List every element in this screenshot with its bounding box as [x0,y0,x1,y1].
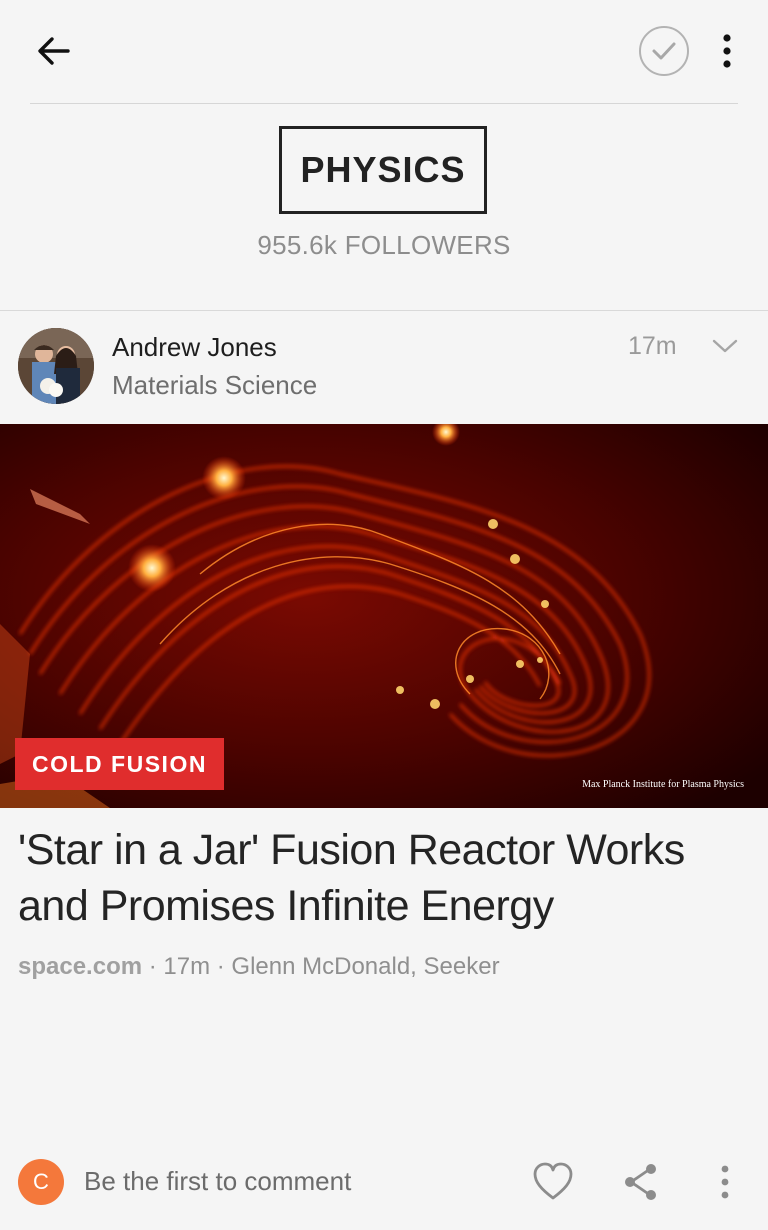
vertical-dots-icon [723,34,731,68]
topic-title: PHYSICS [300,149,466,190]
comment-prompt[interactable]: Be the first to comment [84,1166,351,1197]
chevron-down-icon [712,339,738,353]
topic-tag-cold-fusion[interactable]: COLD FUSION [15,738,224,790]
article-headline[interactable]: 'Star in a Jar' Fusion Reactor Works and… [18,822,758,934]
follow-topic-button[interactable] [639,26,689,76]
post-options-button[interactable] [710,334,740,358]
check-icon [652,42,676,60]
overflow-menu-button[interactable] [712,30,742,72]
article-source[interactable]: space.com [18,953,142,980]
author-topic[interactable]: Materials Science [112,370,317,401]
post-time: 17m [628,332,677,360]
article-meta-details: · 17m · Glenn McDonald, Seeker [142,953,500,980]
image-credit: Max Planck Institute for Plasma Physics [582,779,744,790]
author-name[interactable]: Andrew Jones [112,332,277,363]
vertical-dots-icon [721,1165,729,1199]
top-bar [0,0,768,104]
back-button[interactable] [30,28,76,74]
share-icon [625,1164,656,1200]
topic-title-box: PHYSICS [279,126,487,214]
commenter-avatar: C [18,1159,64,1205]
share-button[interactable] [619,1160,663,1204]
divider [30,103,738,104]
article-meta: space.com · 17m · Glenn McDonald, Seeker [18,953,500,981]
like-button[interactable] [531,1160,575,1204]
avatar-photo [18,328,94,404]
divider [0,310,768,311]
author-avatar[interactable] [18,328,94,404]
followers-count: 955.6k FOLLOWERS [257,230,511,260]
post-more-button[interactable] [710,1160,740,1204]
arrow-left-icon [38,37,70,65]
heart-icon [533,1162,573,1200]
